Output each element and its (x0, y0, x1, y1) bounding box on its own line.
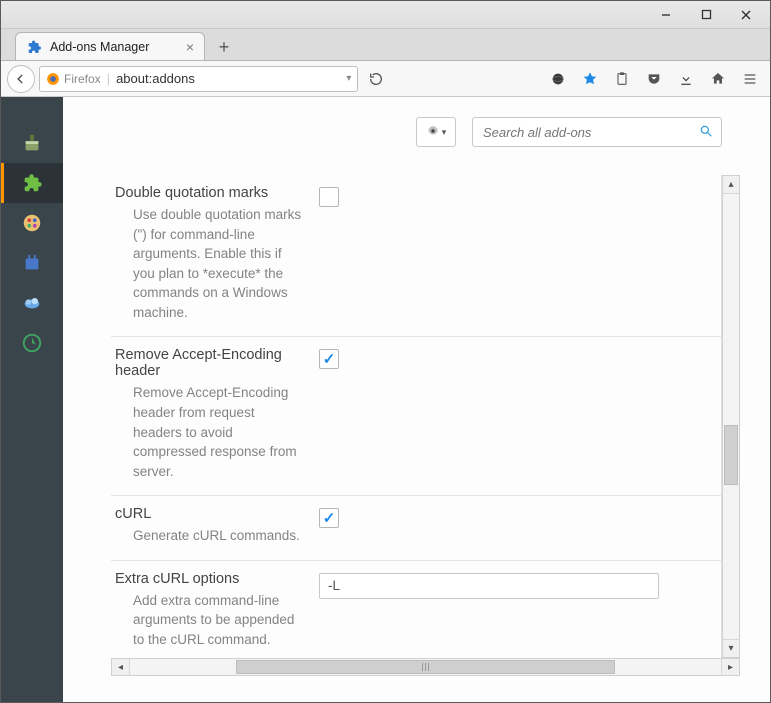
sidebar-item-updates[interactable] (1, 323, 63, 363)
addons-sidebar (1, 97, 63, 702)
scroll-track[interactable] (723, 194, 739, 639)
window-minimize[interactable] (646, 3, 686, 27)
tab-addons-manager[interactable]: Add-ons Manager × (15, 32, 205, 60)
firefox-icon (46, 72, 60, 86)
firefox-brand: Firefox (46, 72, 101, 86)
checkbox-double-quotes[interactable] (319, 187, 339, 207)
input-extra-curl-options[interactable] (319, 573, 659, 599)
addons-search[interactable] (472, 117, 722, 147)
pocket-icon[interactable] (640, 65, 668, 93)
navigation-toolbar: Firefox | about:addons ▾ (1, 61, 770, 97)
home-icon[interactable] (704, 65, 732, 93)
gear-icon (426, 124, 440, 141)
pref-title: Double quotation marks (115, 185, 305, 201)
scroll-right-arrow[interactable]: ▸ (721, 659, 739, 675)
search-icon[interactable] (699, 124, 713, 141)
sidebar-item-get-addons[interactable] (1, 123, 63, 163)
url-dropdown-icon[interactable]: ▾ (346, 73, 351, 84)
pref-row-extra-curl-options: Extra cURL options Add extra command-lin… (111, 561, 721, 658)
main-area: ▾ Double quotation marks Use double quot… (1, 97, 770, 702)
downloads-icon[interactable] (672, 65, 700, 93)
pref-title: cURL (115, 506, 305, 522)
window-close[interactable] (726, 3, 766, 27)
tools-button[interactable]: ▾ (416, 117, 456, 147)
tab-strip: Add-ons Manager × + (1, 29, 770, 61)
tab-close[interactable]: × (186, 39, 194, 55)
scroll-thumb[interactable] (724, 425, 738, 485)
checkbox-remove-accept-encoding[interactable]: ✓ (319, 349, 339, 369)
addons-toolbar: ▾ (416, 117, 722, 147)
url-address[interactable]: about:addons (116, 71, 340, 86)
vertical-scrollbar[interactable]: ▴ ▾ (722, 175, 740, 658)
scroll-left-arrow[interactable]: ◂ (112, 659, 130, 675)
sidebar-item-themes[interactable] (1, 203, 63, 243)
pref-row-double-quotes: Double quotation marks Use double quotat… (111, 175, 721, 337)
horizontal-scrollbar[interactable]: ◂ ▸ (111, 658, 740, 676)
search-input[interactable] (481, 124, 699, 141)
back-button[interactable] (7, 65, 35, 93)
sidebar-item-services[interactable] (1, 283, 63, 323)
clipboard-icon[interactable] (608, 65, 636, 93)
pref-description: Use double quotation marks (") for comma… (115, 205, 305, 322)
pref-description: Remove Accept-Encoding header from reque… (115, 383, 305, 481)
url-brand-label: Firefox (64, 72, 101, 86)
pref-title: Remove Accept-Encoding header (115, 347, 305, 379)
puzzle-icon (26, 39, 42, 55)
addons-content: ▾ Double quotation marks Use double quot… (63, 97, 770, 702)
pref-title: Extra cURL options (115, 571, 305, 587)
pref-description: Add extra command-line arguments to be a… (115, 591, 305, 650)
url-bar[interactable]: Firefox | about:addons ▾ (39, 66, 358, 92)
scroll-down-arrow[interactable]: ▾ (723, 639, 739, 657)
reload-button[interactable] (362, 65, 390, 93)
pref-row-curl: cURL Generate cURL commands. ✓ (111, 496, 721, 561)
sidebar-item-extensions[interactable] (1, 163, 63, 203)
checkbox-curl[interactable]: ✓ (319, 508, 339, 528)
sidebar-item-plugins[interactable] (1, 243, 63, 283)
pref-description: Generate cURL commands. (115, 526, 305, 546)
tab-title: Add-ons Manager (50, 40, 178, 54)
chevron-down-icon: ▾ (442, 127, 447, 138)
bookmark-star-icon[interactable] (576, 65, 604, 93)
window-titlebar (1, 1, 770, 29)
scroll-up-arrow[interactable]: ▴ (723, 176, 739, 194)
scroll-thumb[interactable] (236, 660, 614, 674)
pref-row-remove-accept-encoding: Remove Accept-Encoding header Remove Acc… (111, 337, 721, 496)
globe-dark-icon[interactable] (544, 65, 572, 93)
new-tab-button[interactable]: + (211, 34, 237, 60)
hamburger-menu-icon[interactable] (736, 65, 764, 93)
preferences-panel: Double quotation marks Use double quotat… (111, 175, 722, 658)
window-maximize[interactable] (686, 3, 726, 27)
scroll-track[interactable] (130, 659, 721, 675)
